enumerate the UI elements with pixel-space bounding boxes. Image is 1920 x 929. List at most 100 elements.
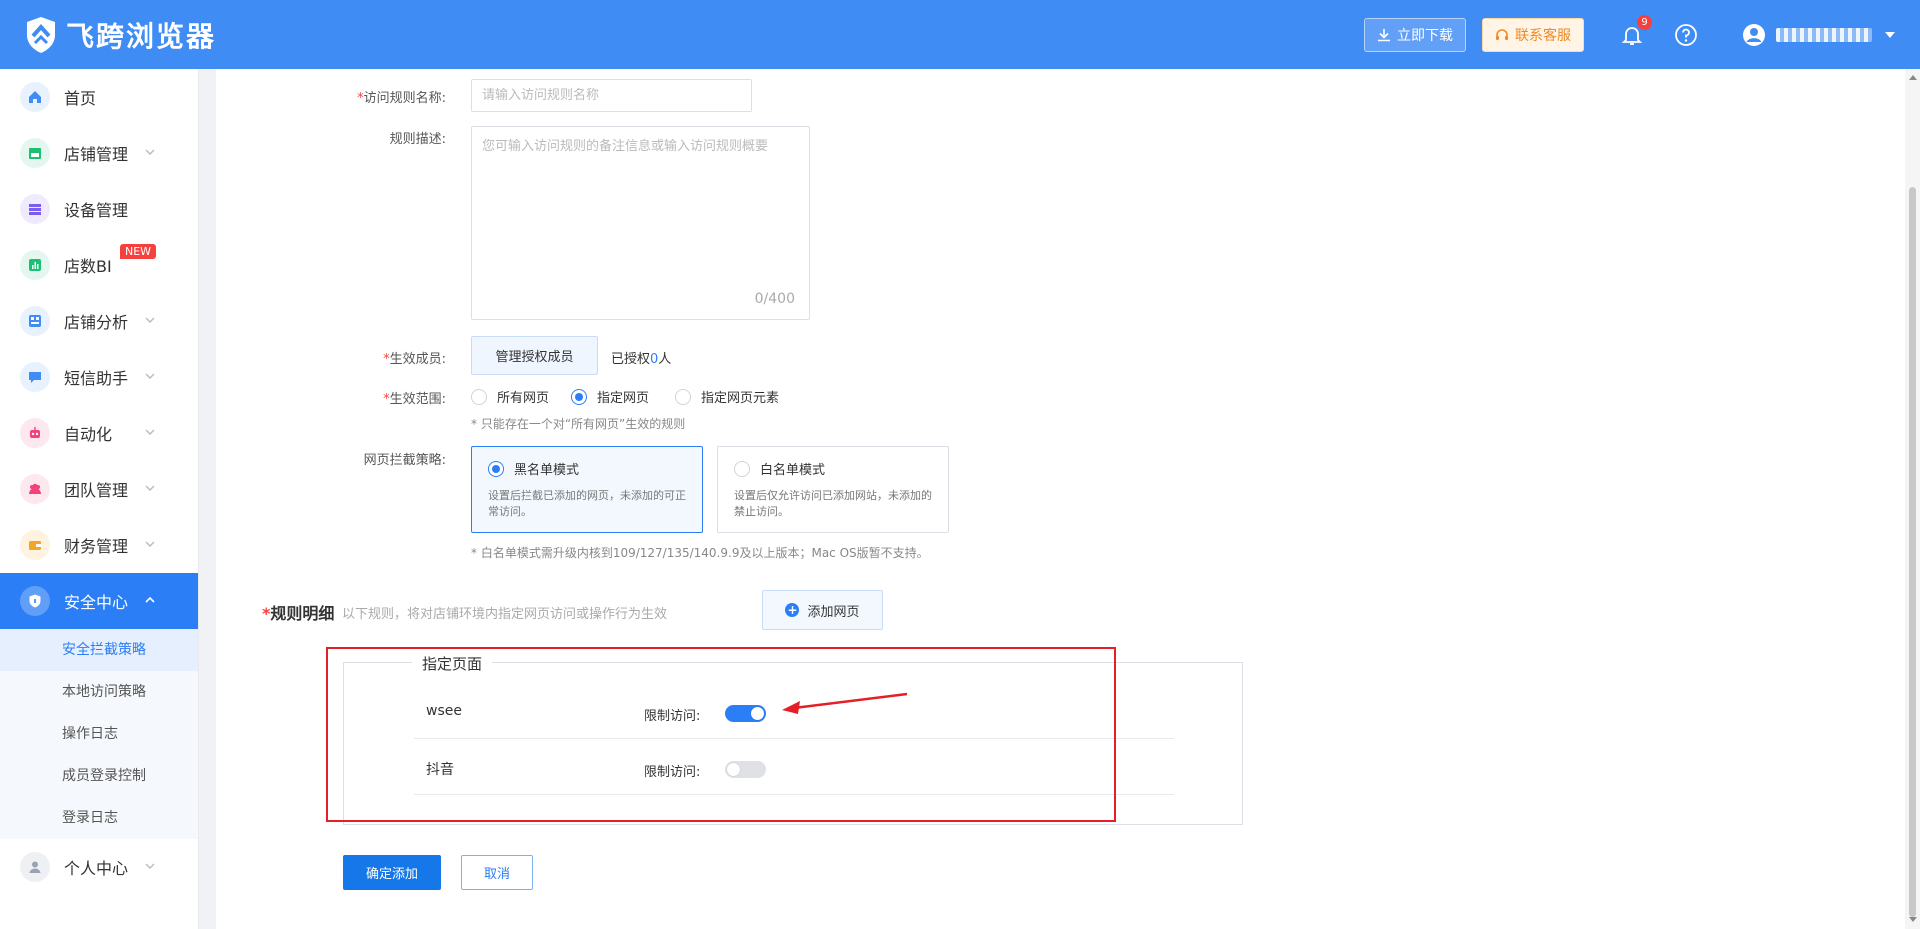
sidebar-item-label: 店铺分析 <box>64 313 129 332</box>
sidebar-item-label: 店数BI <box>64 257 112 276</box>
scope-option-all[interactable]: 所有网页 <box>471 387 549 406</box>
user-name-redacted <box>1776 27 1872 42</box>
sidebar-item-finance[interactable]: 财务管理 <box>0 517 198 573</box>
rule-name-label: *访问规则名称: <box>357 91 446 106</box>
sidebar-item-team[interactable]: 团队管理 <box>0 461 198 517</box>
annotation-highlight-box <box>326 647 1116 822</box>
rule-desc-textarea[interactable]: 您可输入访问规则的备注信息或输入访问规则概要 0/400 <box>471 126 810 320</box>
analysis-icon <box>20 306 50 336</box>
chevron-down-icon <box>145 485 155 491</box>
wallet-icon <box>20 530 50 560</box>
avatar-icon <box>1743 23 1765 46</box>
download-button[interactable]: 立即下载 <box>1364 17 1466 52</box>
logo-shield-icon <box>27 16 55 53</box>
user-menu[interactable] <box>1742 23 1896 47</box>
scope-hint: * 只能存在一个对“所有网页”生效的规则 <box>471 417 686 431</box>
notification-badge: 9 <box>1637 14 1652 30</box>
radio-button <box>471 388 487 405</box>
char-counter: 0/400 <box>754 291 795 307</box>
rule-details-title: *规则明细 <box>262 604 335 623</box>
chevron-down-icon <box>145 317 155 323</box>
plus-circle-icon: + <box>785 603 800 617</box>
sub-item-member-login[interactable]: 成员登录控制 <box>0 755 198 797</box>
notification-button[interactable]: 9 <box>1620 14 1652 47</box>
scope-label: *生效范围: <box>383 392 446 407</box>
radio-button-selected <box>571 388 587 405</box>
support-label: 联系客服 <box>1515 27 1571 44</box>
chevron-down-icon <box>145 149 155 155</box>
rule-details-desc: 以下规则，将对店铺环境内指定网页访问或操作行为生效 <box>342 607 668 622</box>
sub-item-security-intercept[interactable]: 安全拦截策略 <box>0 629 198 671</box>
confirm-add-button[interactable]: 确定添加 <box>343 855 441 890</box>
security-sub-nav: 安全拦截策略 本地访问策略 操作日志 成员登录控制 登录日志 <box>0 629 198 839</box>
sidebar-item-label: 个人中心 <box>64 859 129 878</box>
sidebar-item-bi[interactable]: 店数BI NEW <box>0 237 198 293</box>
sidebar-item-home[interactable]: 首页 <box>0 69 198 125</box>
download-icon <box>1378 28 1390 41</box>
sub-item-local-access[interactable]: 本地访问策略 <box>0 671 198 713</box>
sidebar-item-label: 店铺管理 <box>64 145 129 164</box>
blacklist-mode-card[interactable]: 黑名单模式 设置后拦截已添加的网页，未添加的可正常访问。 <box>471 446 703 533</box>
sidebar-item-label: 自动化 <box>64 425 113 444</box>
whitelist-desc: 设置后仅允许访问已添加网站，未添加的禁止访问。 <box>734 489 932 518</box>
scroll-down-arrow[interactable] <box>1909 917 1917 922</box>
sidebar-item-store[interactable]: 店铺管理 <box>0 125 198 181</box>
sub-item-login-log[interactable]: 登录日志 <box>0 797 198 839</box>
rule-name-input[interactable]: 请输入访问规则名称 <box>471 79 752 112</box>
sidebar-item-device[interactable]: 设备管理 <box>0 181 198 237</box>
rule-desc-label: 规则描述: <box>389 132 446 147</box>
authorized-count-text: 已授权0人 <box>611 352 672 367</box>
chevron-down-icon <box>145 541 155 547</box>
chevron-up-icon <box>145 596 155 603</box>
chevron-down-icon <box>145 373 155 379</box>
scroll-up-arrow[interactable] <box>1909 75 1917 80</box>
shield-icon <box>20 586 50 616</box>
add-webpage-button[interactable]: + 添加网页 <box>762 590 883 630</box>
home-icon <box>20 82 50 112</box>
sms-icon <box>20 362 50 392</box>
sidebar-item-label: 团队管理 <box>64 481 129 500</box>
vertical-scrollbar[interactable] <box>1905 69 1920 929</box>
radio-button-selected <box>488 460 504 477</box>
whitelist-mode-card[interactable]: 白名单模式 设置后仅允许访问已添加网站，未添加的禁止访问。 <box>717 446 949 533</box>
brand-name: 飞跨浏览器 <box>66 19 217 53</box>
manage-members-button[interactable]: 管理授权成员 <box>471 336 598 375</box>
download-label: 立即下载 <box>1397 27 1453 44</box>
strategy-hint: * 白名单模式需升级内核到109/127/135/140.9.9及以上版本；Ma… <box>471 546 929 560</box>
brand-logo[interactable]: 飞跨浏览器 <box>24 15 216 55</box>
chart-icon <box>20 250 50 280</box>
strategy-label: 网页拦截策略: <box>363 453 446 468</box>
store-icon <box>20 138 50 168</box>
top-header: 飞跨浏览器 立即下载 联系客服 9 <box>0 0 1920 69</box>
device-icon <box>20 194 50 224</box>
new-badge: NEW <box>120 244 157 259</box>
sidebar-item-label: 设备管理 <box>64 201 129 220</box>
chevron-down-icon <box>145 863 155 869</box>
sidebar-item-sms[interactable]: 短信助手 <box>0 349 198 405</box>
sidebar-item-analysis[interactable]: 店铺分析 <box>0 293 198 349</box>
help-icon[interactable] <box>1674 23 1698 47</box>
sidebar-item-label: 财务管理 <box>64 537 129 556</box>
support-button[interactable]: 联系客服 <box>1482 17 1584 52</box>
caret-down-icon <box>1885 31 1895 38</box>
sub-item-operation-log[interactable]: 操作日志 <box>0 713 198 755</box>
scroll-thumb[interactable] <box>1909 187 1916 917</box>
person-icon <box>20 852 50 882</box>
blacklist-desc: 设置后拦截已添加的网页，未添加的可正常访问。 <box>488 489 686 518</box>
team-icon <box>20 474 50 504</box>
radio-button <box>675 388 691 405</box>
scope-option-specified[interactable]: 指定网页 <box>571 387 649 406</box>
sidebar: 首页 店铺管理 设备管理 店数BI NEW 店铺分析 短信助手 自动化 团队管理… <box>0 69 199 929</box>
sidebar-item-personal[interactable]: 个人中心 <box>0 839 198 895</box>
cancel-button[interactable]: 取消 <box>461 855 533 890</box>
annotation-arrow-icon <box>782 692 908 714</box>
sidebar-item-security[interactable]: 安全中心 <box>0 573 198 629</box>
sidebar-item-automation[interactable]: 自动化 <box>0 405 198 461</box>
members-label: *生效成员: <box>383 352 446 367</box>
sidebar-item-label: 安全中心 <box>64 593 129 612</box>
sidebar-item-label: 首页 <box>64 89 97 108</box>
rule-desc-placeholder: 您可输入访问规则的备注信息或输入访问规则概要 <box>482 139 769 154</box>
robot-icon <box>20 418 50 448</box>
scope-option-element[interactable]: 指定网页元素 <box>675 387 779 406</box>
chevron-down-icon <box>145 429 155 435</box>
